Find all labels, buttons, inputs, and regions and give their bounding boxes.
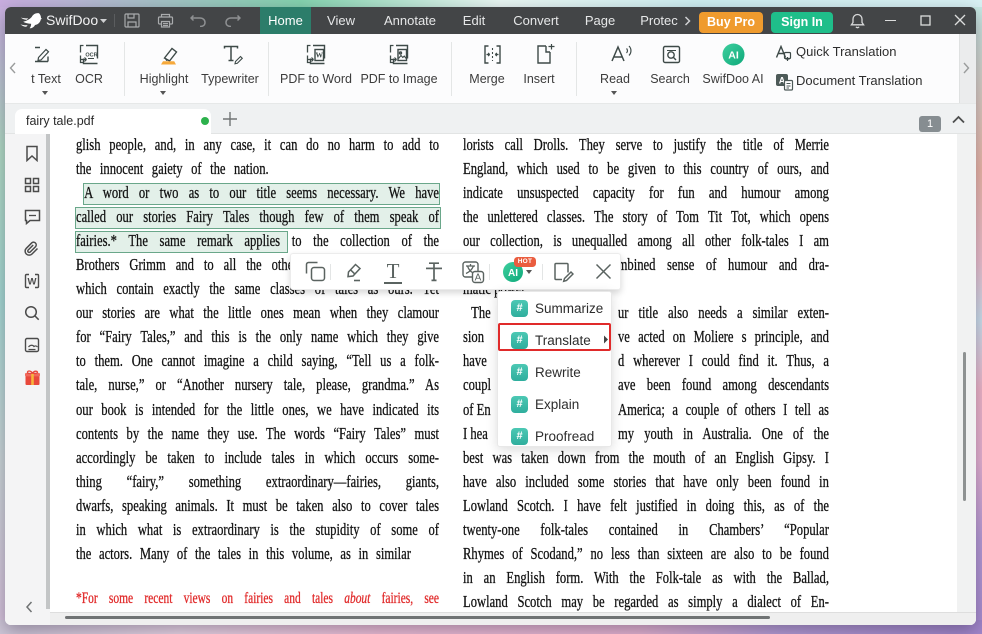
- svg-text:AI: AI: [728, 50, 739, 62]
- svg-text:A: A: [475, 273, 482, 284]
- svg-text:OCR: OCR: [85, 53, 97, 59]
- svg-text:W: W: [28, 277, 37, 288]
- svg-text:AI: AI: [508, 268, 518, 279]
- svg-text:W: W: [315, 51, 323, 60]
